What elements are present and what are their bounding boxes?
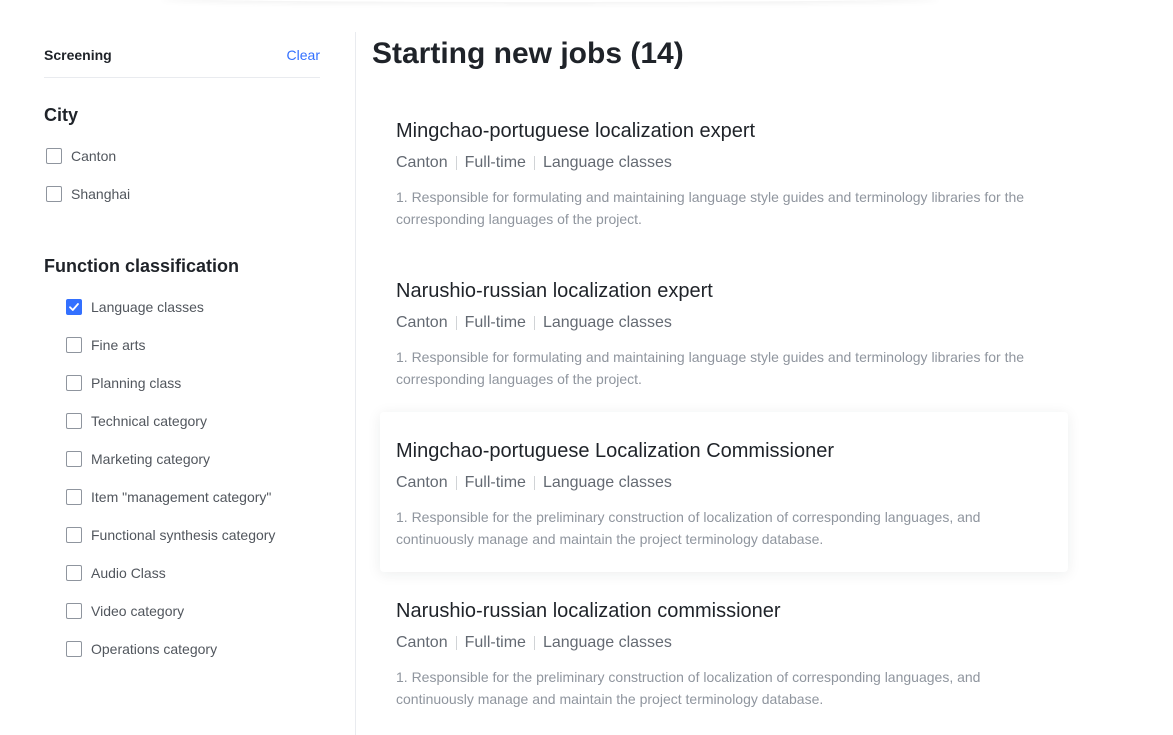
city-option-shanghai[interactable]: Shanghai — [46, 184, 130, 204]
option-label: Fine arts — [91, 337, 146, 353]
option-label: Shanghai — [71, 186, 131, 202]
clear-filters-link[interactable]: Clear — [287, 46, 320, 64]
function-option-functional-synthesis[interactable]: Functional synthesis category — [66, 525, 275, 545]
meta-separator — [533, 156, 535, 170]
option-label: Planning class — [91, 375, 182, 391]
job-meta: Canton Full-time Language classes — [396, 473, 672, 493]
option-label: Language classes — [91, 299, 204, 315]
job-description: 1. Responsible for formulating and maint… — [396, 189, 1025, 227]
meta-separator — [455, 316, 457, 330]
job-description: 1. Responsible for the preliminary const… — [396, 509, 981, 547]
checkbox[interactable] — [66, 603, 82, 619]
meta-separator — [455, 156, 457, 170]
filter-sidebar: Screening Clear City Canton Shanghai Fun… — [44, 0, 320, 735]
option-label: Technical category — [91, 413, 207, 429]
job-type: Full-time — [464, 474, 526, 491]
function-option-audio[interactable]: Audio Class — [66, 563, 166, 583]
sidebar-divider — [355, 32, 356, 735]
checkbox[interactable] — [66, 489, 82, 505]
option-label: Video category — [91, 603, 185, 619]
job-title[interactable]: Mingchao-portuguese localization expert — [396, 118, 755, 144]
job-city: Canton — [396, 154, 448, 171]
function-option-management[interactable]: Item "management category" — [66, 487, 271, 507]
option-label: Canton — [71, 148, 117, 164]
option-label: Marketing category — [91, 451, 211, 467]
function-group-title: Function classification — [44, 256, 240, 276]
checkbox[interactable] — [66, 337, 82, 353]
checkbox[interactable] — [66, 413, 82, 429]
meta-separator — [455, 636, 457, 650]
job-card[interactable]: Narushio-russian localization commission… — [380, 586, 1068, 726]
function-option-planning[interactable]: Planning class — [66, 373, 181, 393]
job-city: Canton — [396, 314, 448, 331]
job-title[interactable]: Narushio-russian localization commission… — [396, 598, 781, 624]
option-label: Item "management category" — [91, 489, 272, 505]
meta-separator — [533, 316, 535, 330]
job-card-hovered[interactable]: Mingchao-portuguese Localization Commiss… — [380, 412, 1068, 572]
function-option-marketing[interactable]: Marketing category — [66, 449, 210, 469]
check-icon — [69, 303, 79, 311]
page-title: Starting new jobs (14) — [372, 37, 684, 70]
job-type: Full-time — [464, 314, 526, 331]
job-category: Language classes — [542, 634, 672, 651]
function-option-technical[interactable]: Technical category — [66, 411, 207, 431]
meta-separator — [533, 636, 535, 650]
job-category: Language classes — [542, 154, 672, 171]
checkbox[interactable] — [66, 527, 82, 543]
job-meta: Canton Full-time Language classes — [396, 313, 672, 333]
job-title[interactable]: Mingchao-portuguese Localization Commiss… — [396, 438, 834, 464]
function-option-language[interactable]: Language classes — [66, 297, 204, 317]
checkbox[interactable] — [66, 451, 82, 467]
function-option-fine-arts[interactable]: Fine arts — [66, 335, 145, 355]
function-option-operations[interactable]: Operations category — [66, 639, 217, 659]
job-description: 1. Responsible for the preliminary const… — [396, 669, 981, 707]
option-label: Operations category — [91, 641, 218, 657]
checkbox[interactable] — [66, 375, 82, 391]
option-label: Audio Class — [91, 565, 166, 581]
job-list-panel: Starting new jobs (14) Mingchao-portugue… — [372, 0, 1172, 735]
screening-title: Screening — [44, 47, 112, 63]
checkbox-checked[interactable] — [66, 299, 82, 315]
city-group-title: City — [44, 105, 79, 125]
job-meta: Canton Full-time Language classes — [396, 633, 672, 653]
job-meta: Canton Full-time Language classes — [396, 153, 672, 173]
checkbox[interactable] — [46, 148, 62, 164]
job-title[interactable]: Narushio-russian localization expert — [396, 278, 713, 304]
checkbox[interactable] — [66, 565, 82, 581]
job-city: Canton — [396, 634, 448, 651]
job-city: Canton — [396, 474, 448, 491]
job-type: Full-time — [464, 154, 526, 171]
job-card[interactable]: Narushio-russian localization expert Can… — [380, 266, 1068, 426]
checkbox[interactable] — [46, 186, 62, 202]
screening-header: Screening Clear — [44, 46, 320, 78]
job-category: Language classes — [542, 474, 672, 491]
checkbox[interactable] — [66, 641, 82, 657]
option-label: Functional synthesis category — [91, 527, 276, 543]
city-option-canton[interactable]: Canton — [46, 146, 116, 166]
job-category: Language classes — [542, 314, 672, 331]
meta-separator — [455, 476, 457, 490]
job-card[interactable]: Mingchao-portuguese localization expert … — [380, 106, 1068, 266]
meta-separator — [533, 476, 535, 490]
job-description: 1. Responsible for formulating and maint… — [396, 349, 1025, 387]
job-type: Full-time — [464, 634, 526, 651]
function-option-video[interactable]: Video category — [66, 601, 184, 621]
